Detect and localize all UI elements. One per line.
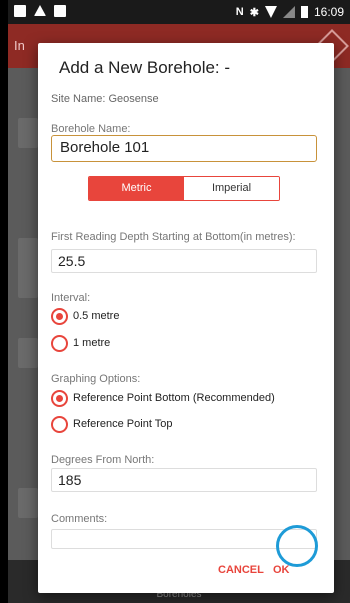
background-field [18, 118, 38, 148]
borehole-name-label: Borehole Name: [51, 123, 131, 135]
photo-notification-icon [54, 5, 66, 17]
app-bar-title: In [14, 38, 25, 53]
ok-highlight-ring [276, 525, 318, 567]
background-field [18, 338, 38, 368]
imperial-button[interactable]: Imperial [184, 177, 279, 200]
interval-option-0-5[interactable]: 0.5 metre [51, 306, 119, 326]
interval-label: Interval: [51, 292, 91, 304]
graphing-option-label: Reference Point Top [73, 418, 173, 430]
degrees-label: Degrees From North: [51, 454, 155, 466]
radio-unchecked-icon [51, 334, 68, 352]
wifi-icon [264, 6, 277, 18]
radio-checked-icon [51, 389, 68, 407]
interval-option-label: 1 metre [73, 337, 111, 349]
clock: 16:09 [313, 5, 344, 19]
graphing-option-label: Reference Point Bottom (Recommended) [73, 392, 275, 404]
site-name: Site Name: Geosense [51, 93, 159, 105]
units-toggle: Metric Imperial [88, 176, 280, 201]
status-bar: N ✱ 16:09 [8, 0, 350, 24]
metric-button[interactable]: Metric [89, 177, 184, 200]
borehole-name-input[interactable]: Borehole 101 [51, 135, 317, 162]
add-borehole-dialog: Add a New Borehole: - Site Name: Geosens… [38, 43, 334, 593]
interval-option-label: 0.5 metre [73, 310, 120, 322]
cancel-button[interactable]: CANCEL [218, 564, 264, 576]
graphing-option-top[interactable]: Reference Point Top [51, 414, 172, 434]
dialog-title: Add a New Borehole: - [59, 58, 231, 77]
interval-option-1[interactable]: 1 metre [51, 333, 110, 353]
degrees-input[interactable]: 185 [51, 468, 317, 492]
background-field [18, 488, 38, 518]
image-notification-icon [14, 5, 26, 17]
battery-icon [300, 6, 308, 18]
first-reading-input[interactable]: 25.5 [51, 249, 317, 273]
nfc-icon: N [235, 6, 244, 18]
radio-checked-icon [51, 307, 68, 325]
warning-icon [34, 5, 46, 16]
comments-label: Comments: [51, 513, 108, 525]
first-reading-label: First Reading Depth Starting at Bottom(i… [51, 231, 296, 243]
background-field [18, 238, 38, 298]
graphing-label: Graphing Options: [51, 373, 141, 385]
bluetooth-icon: ✱ [249, 6, 259, 19]
signal-icon [282, 6, 295, 18]
radio-unchecked-icon [51, 415, 68, 433]
ok-button[interactable]: OK [273, 564, 290, 576]
graphing-option-bottom[interactable]: Reference Point Bottom (Recommended) [51, 388, 275, 408]
